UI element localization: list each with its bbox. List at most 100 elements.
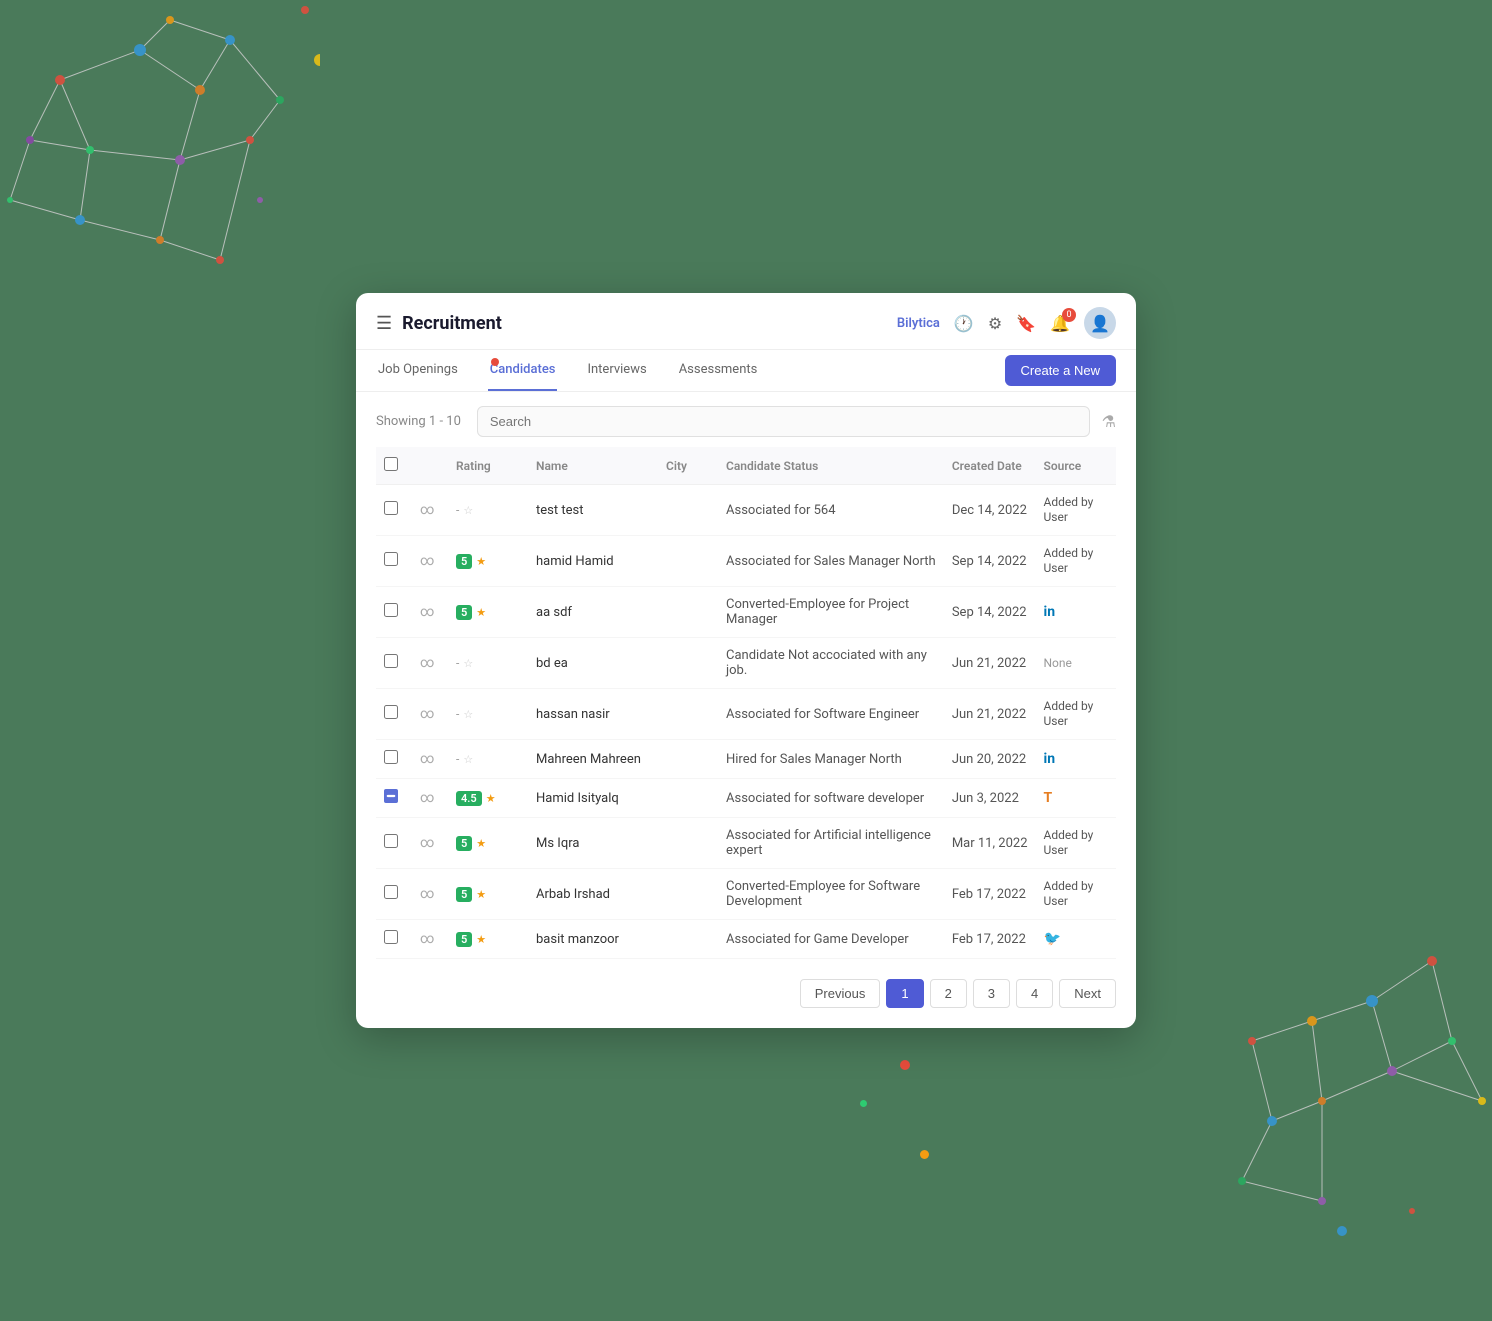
row-checkbox[interactable]: [384, 834, 398, 848]
row-checkbox[interactable]: [384, 930, 398, 944]
page-1-button[interactable]: 1: [886, 979, 923, 1008]
select-all-checkbox[interactable]: [384, 457, 398, 471]
candidate-city: [658, 638, 718, 689]
row-checkbox[interactable]: [384, 705, 398, 719]
candidate-city: [658, 779, 718, 818]
candidate-source: None: [1036, 638, 1117, 689]
search-input[interactable]: [477, 406, 1090, 437]
settings-icon[interactable]: ⚙: [988, 314, 1002, 333]
app-header: ☰ Recruitment Bilytica 🕐 ⚙ 🔖 🔔 0 👤: [356, 293, 1136, 350]
col-date: Created Date: [944, 447, 1036, 485]
create-new-button[interactable]: Create a New: [1005, 355, 1116, 386]
candidate-date: Feb 17, 2022: [944, 869, 1036, 920]
row-checkbox[interactable]: [384, 750, 398, 764]
col-source: Source: [1036, 447, 1117, 485]
rating-number: 5: [456, 887, 472, 902]
candidate-status: Converted-Employee for Software Developm…: [718, 869, 944, 920]
avatar[interactable]: 👤: [1084, 307, 1116, 339]
prev-button[interactable]: Previous: [800, 979, 881, 1008]
star-icon: ★: [476, 555, 486, 568]
rating-number: 5: [456, 932, 472, 947]
candidate-city: [658, 869, 718, 920]
glasses-icon[interactable]: ∞: [420, 835, 434, 851]
candidate-date: Jun 3, 2022: [944, 779, 1036, 818]
table-row: ∞5★Arbab IrshadConverted-Employee for So…: [376, 869, 1116, 920]
candidate-source: T: [1036, 779, 1117, 818]
glasses-icon[interactable]: ∞: [420, 790, 434, 806]
tab-interviews[interactable]: Interviews: [585, 350, 648, 391]
candidate-source: Added by User: [1036, 818, 1117, 869]
glasses-icon[interactable]: ∞: [420, 553, 434, 569]
glasses-icon[interactable]: ∞: [420, 751, 434, 767]
star-icon: ☆: [463, 657, 473, 670]
candidate-city: [658, 485, 718, 536]
source-added-by-user: Added by User: [1044, 828, 1094, 857]
candidate-name: test test: [528, 485, 658, 536]
candidate-source: Added by User: [1036, 869, 1117, 920]
candidate-date: Sep 14, 2022: [944, 536, 1036, 587]
col-status: Candidate Status: [718, 447, 944, 485]
candidate-name: hassan nasir: [528, 689, 658, 740]
candidate-status: Associated for Game Developer: [718, 920, 944, 959]
tab-candidates[interactable]: Candidates: [488, 350, 558, 391]
toolbar: Showing 1 - 10 ⚗: [356, 392, 1136, 447]
candidate-city: [658, 818, 718, 869]
glasses-icon[interactable]: ∞: [420, 886, 434, 902]
rating-dash: -: [456, 752, 459, 766]
star-icon: ☆: [463, 504, 473, 517]
glasses-icon[interactable]: ∞: [420, 706, 434, 722]
candidate-source: in: [1036, 740, 1117, 779]
linkedin-icon: in: [1044, 604, 1056, 620]
table-row: ∞ -☆ test test Associated for 564Dec 14, 20…: [376, 485, 1116, 536]
glasses-icon[interactable]: ∞: [420, 502, 434, 518]
tab-job-openings[interactable]: Job Openings: [376, 350, 460, 391]
notification-icon[interactable]: 🔔 0: [1050, 314, 1070, 333]
candidate-source: 🐦: [1036, 920, 1117, 959]
star-icon: ★: [476, 837, 486, 850]
candidate-date: Jun 21, 2022: [944, 689, 1036, 740]
candidate-source: in: [1036, 587, 1117, 638]
candidate-date: Feb 17, 2022: [944, 920, 1036, 959]
glasses-icon[interactable]: ∞: [420, 604, 434, 620]
candidate-city: [658, 740, 718, 779]
row-checkbox[interactable]: [384, 552, 398, 566]
row-checkbox[interactable]: [384, 501, 398, 515]
table-row: ∞5★hamid HamidAssociated for Sales Manag…: [376, 536, 1116, 587]
candidate-name: Hamid Isityalq: [528, 779, 658, 818]
candidate-date: Dec 14, 2022: [944, 485, 1036, 536]
page-2-button[interactable]: 2: [930, 979, 967, 1008]
rating-dash: -: [456, 503, 459, 517]
header-left: ☰ Recruitment: [376, 313, 502, 334]
table-row: ∞4.5★Hamid IsityalqAssociated for softwa…: [376, 779, 1116, 818]
row-checkbox[interactable]: [384, 654, 398, 668]
filter-icon[interactable]: ⚗: [1102, 412, 1116, 431]
menu-icon[interactable]: ☰: [376, 313, 392, 334]
row-checkbox[interactable]: [384, 603, 398, 617]
candidate-status: Associated for 564: [718, 485, 944, 536]
table-row: ∞-☆bd eaCandidate Not accociated with an…: [376, 638, 1116, 689]
showing-text: Showing 1 - 10: [376, 414, 461, 429]
candidate-status: Candidate Not accociated with any job.: [718, 638, 944, 689]
bookmark-icon[interactable]: 🔖: [1016, 314, 1036, 333]
star-icon: ★: [476, 888, 486, 901]
glasses-icon[interactable]: ∞: [420, 655, 434, 671]
clock-icon[interactable]: 🕐: [954, 314, 974, 333]
candidate-name: bd ea: [528, 638, 658, 689]
next-button[interactable]: Next: [1059, 979, 1116, 1008]
candidate-source: Added by User: [1036, 689, 1117, 740]
star-icon: ★: [486, 792, 496, 805]
source-added-by-user: Added by User: [1044, 495, 1094, 524]
glasses-icon[interactable]: ∞: [420, 931, 434, 947]
page-4-button[interactable]: 4: [1016, 979, 1053, 1008]
source-added-by-user: Added by User: [1044, 699, 1094, 728]
main-card: ☰ Recruitment Bilytica 🕐 ⚙ 🔖 🔔 0 👤 Job O…: [356, 293, 1136, 1028]
row-checkbox[interactable]: [384, 885, 398, 899]
rating-number: 5: [456, 836, 472, 851]
search-container: [477, 406, 1090, 437]
candidate-status: Associated for software developer: [718, 779, 944, 818]
page-3-button[interactable]: 3: [973, 979, 1010, 1008]
row-checkbox[interactable]: [384, 789, 398, 803]
candidate-status: Associated for Sales Manager North: [718, 536, 944, 587]
candidate-city: [658, 587, 718, 638]
tab-assessments[interactable]: Assessments: [677, 350, 760, 391]
